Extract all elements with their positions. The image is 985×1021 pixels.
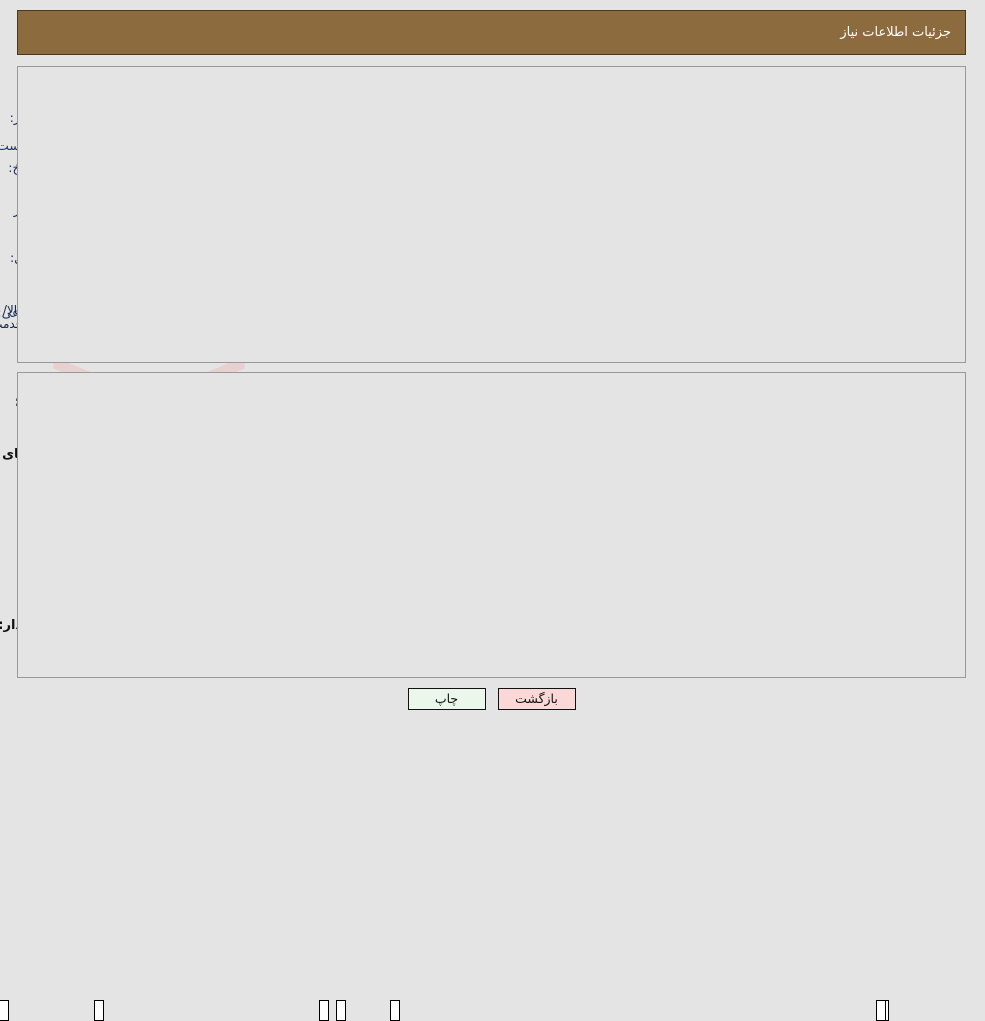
- details-panel: [18, 372, 967, 678]
- page-title: جزئیات اطلاعات نیاز: [841, 25, 952, 40]
- page-header-bar: جزئیات اطلاعات نیاز: [18, 10, 967, 55]
- need-info-panel: [18, 66, 967, 363]
- footer-button-bar: بازگشت چاپ: [0, 688, 985, 710]
- back-button[interactable]: بازگشت: [498, 688, 577, 710]
- print-button[interactable]: چاپ: [408, 688, 487, 710]
